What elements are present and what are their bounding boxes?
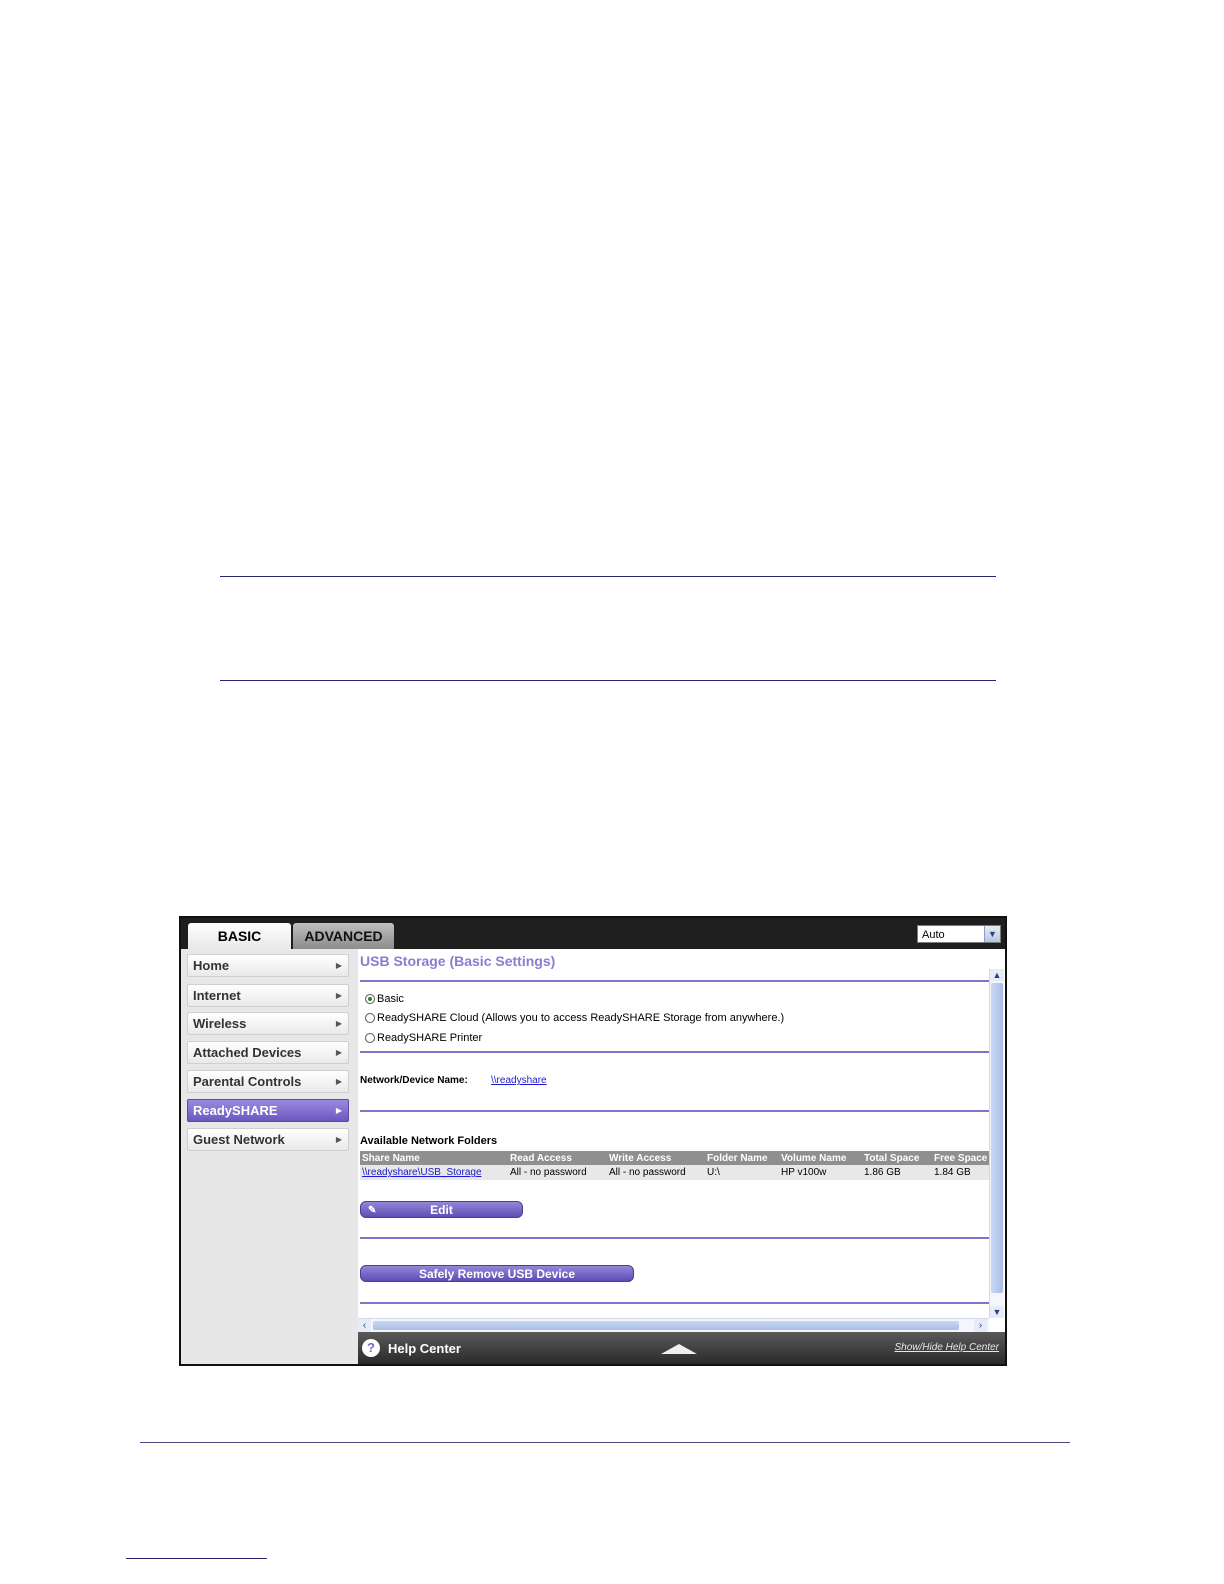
column-header: Volume Name bbox=[779, 1151, 862, 1165]
document-rule-top bbox=[220, 576, 996, 577]
sidebar-item-label: Attached Devices bbox=[193, 1045, 302, 1060]
expand-up-icon[interactable] bbox=[661, 1344, 697, 1354]
radio-selected[interactable] bbox=[365, 994, 375, 1004]
table-cell: 1.84 GB bbox=[932, 1165, 989, 1180]
sidebar-item-guest-network[interactable]: Guest Network ▶ bbox=[187, 1128, 349, 1151]
scroll-right-icon[interactable]: › bbox=[974, 1319, 987, 1332]
column-header: Read Access bbox=[508, 1151, 607, 1165]
caret-right-icon: ▶ bbox=[335, 991, 342, 1000]
scroll-down-icon[interactable]: ▼ bbox=[990, 1306, 1004, 1318]
scrollbar-thumb[interactable] bbox=[373, 1321, 959, 1330]
table-cell: 1.86 GB bbox=[862, 1165, 932, 1180]
column-header: Folder Name bbox=[705, 1151, 779, 1165]
option-cloud-label: ReadySHARE Cloud (Allows you to access R… bbox=[377, 1012, 785, 1024]
available-folders-label: Available Network Folders bbox=[360, 1135, 498, 1147]
network-folders-table: Share Name Read Access Write Access Fold… bbox=[360, 1151, 989, 1180]
sidebar-item-label: Home bbox=[193, 958, 230, 973]
caret-right-icon: ▶ bbox=[335, 1106, 342, 1115]
pencil-icon: ✎ bbox=[368, 1205, 377, 1216]
sidebar-item-label: Parental Controls bbox=[193, 1074, 302, 1089]
device-name-link[interactable]: \\readyshare bbox=[491, 1075, 547, 1086]
sidebar-item-label: Internet bbox=[193, 988, 241, 1003]
footer-rule bbox=[140, 1442, 1070, 1443]
device-name-label: Network/Device Name: bbox=[360, 1075, 468, 1086]
scrollbar-thumb[interactable] bbox=[991, 983, 1003, 1293]
tab-bar: BASIC ADVANCED Auto ▼ bbox=[181, 918, 1005, 949]
sidebar-item-internet[interactable]: Internet ▶ bbox=[187, 984, 349, 1007]
safely-remove-usb-button[interactable]: Safely Remove USB Device bbox=[360, 1265, 634, 1282]
sidebar-item-label: Wireless bbox=[193, 1016, 247, 1031]
vertical-scrollbar[interactable]: ▲ ▼ bbox=[989, 969, 1004, 1318]
horizontal-scrollbar[interactable]: ‹ › bbox=[358, 1318, 989, 1333]
column-header: Free Space bbox=[932, 1151, 989, 1165]
column-header: Share Name bbox=[360, 1151, 508, 1165]
document-rule-bottom bbox=[220, 680, 996, 681]
sidebar: Home ▶ Internet ▶ Wireless ▶ Attached De… bbox=[181, 949, 358, 1364]
edit-button[interactable]: ✎ Edit bbox=[360, 1201, 523, 1218]
sidebar-item-label: Guest Network bbox=[193, 1132, 285, 1147]
radio-unselected[interactable] bbox=[365, 1033, 375, 1043]
caret-right-icon: ▶ bbox=[335, 1019, 342, 1028]
show-hide-help-link[interactable]: Show/Hide Help Center bbox=[895, 1342, 1000, 1353]
sidebar-item-readyshare[interactable]: ReadySHARE ▶ bbox=[187, 1099, 349, 1122]
table-cell: U:\ bbox=[705, 1165, 779, 1180]
caret-right-icon: ▶ bbox=[335, 1048, 342, 1057]
tab-advanced[interactable]: ADVANCED bbox=[293, 923, 394, 949]
divider bbox=[360, 1051, 989, 1053]
divider bbox=[360, 1237, 989, 1239]
footer-link-underline bbox=[126, 1558, 267, 1559]
sidebar-item-wireless[interactable]: Wireless ▶ bbox=[187, 1012, 349, 1035]
edit-button-label: Edit bbox=[430, 1203, 453, 1217]
divider bbox=[360, 1110, 989, 1112]
sidebar-item-label: ReadySHARE bbox=[193, 1103, 278, 1118]
sidebar-item-home[interactable]: Home ▶ bbox=[187, 954, 349, 977]
column-header: Total Space bbox=[862, 1151, 932, 1165]
caret-right-icon: ▶ bbox=[335, 961, 342, 970]
divider bbox=[360, 980, 989, 982]
option-printer-label: ReadySHARE Printer bbox=[377, 1032, 483, 1044]
sidebar-item-parental-controls[interactable]: Parental Controls ▶ bbox=[187, 1070, 349, 1093]
divider bbox=[360, 1302, 989, 1304]
option-basic-label: Basic bbox=[377, 993, 404, 1005]
language-select[interactable]: Auto ▼ bbox=[917, 925, 1001, 943]
caret-right-icon: ▶ bbox=[335, 1077, 342, 1086]
scroll-up-icon[interactable]: ▲ bbox=[990, 969, 1004, 981]
help-center-label: Help Center bbox=[388, 1341, 461, 1356]
language-select-value: Auto bbox=[922, 929, 945, 941]
scroll-left-icon[interactable]: ‹ bbox=[358, 1319, 371, 1332]
column-header: Write Access bbox=[607, 1151, 705, 1165]
sidebar-item-attached-devices[interactable]: Attached Devices ▶ bbox=[187, 1041, 349, 1064]
radio-unselected[interactable] bbox=[365, 1013, 375, 1023]
tab-basic[interactable]: BASIC bbox=[188, 923, 291, 949]
help-center-bar: ? Help Center Show/Hide Help Center bbox=[358, 1332, 1005, 1364]
share-name-link[interactable]: \\readyshare\USB_Storage bbox=[360, 1165, 508, 1180]
router-admin-window: BASIC ADVANCED Auto ▼ Home ▶ Internet ▶ … bbox=[179, 916, 1007, 1366]
table-cell: All - no password bbox=[607, 1165, 705, 1180]
caret-right-icon: ▶ bbox=[335, 1135, 342, 1144]
option-readyshare-printer[interactable]: ReadySHARE Printer bbox=[365, 1032, 482, 1044]
table-header-row: Share Name Read Access Write Access Fold… bbox=[360, 1151, 989, 1165]
option-basic[interactable]: Basic bbox=[365, 993, 404, 1005]
option-readyshare-cloud[interactable]: ReadySHARE Cloud (Allows you to access R… bbox=[365, 1012, 784, 1024]
table-cell: All - no password bbox=[508, 1165, 607, 1180]
page-title: USB Storage (Basic Settings) bbox=[360, 953, 556, 969]
chevron-down-icon[interactable]: ▼ bbox=[984, 926, 1000, 942]
table-cell: HP v100w bbox=[779, 1165, 862, 1180]
table-row: \\readyshare\USB_Storage All - no passwo… bbox=[360, 1165, 989, 1180]
main-content: USB Storage (Basic Settings) Basic Ready… bbox=[358, 949, 1005, 1364]
help-icon[interactable]: ? bbox=[362, 1339, 380, 1357]
